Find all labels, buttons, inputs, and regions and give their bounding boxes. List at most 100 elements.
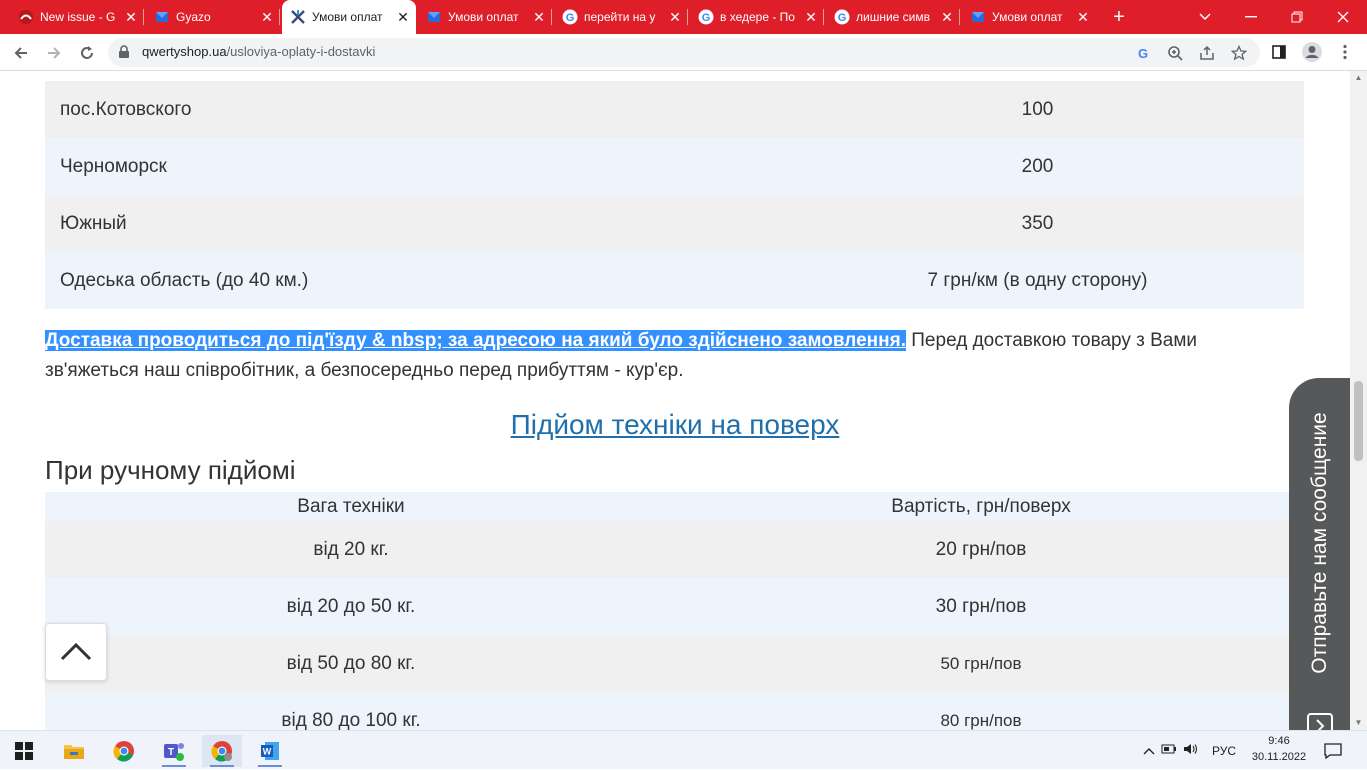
tab-google-perejty[interactable]: G перейти на у ✕ — [554, 0, 688, 34]
tab-strip: New issue - G ✕ Gyazo ✕ Умови оплат ✕ Ум… — [0, 0, 1367, 34]
address-bar[interactable]: qwertyshop.ua/usloviya-oplaty-i-dostavki… — [108, 38, 1260, 67]
lift-section-link[interactable]: Підйом техніки на поверх — [0, 409, 1350, 441]
page-content: пос.Котовского 100 Черноморск 200 Южный … — [0, 71, 1350, 730]
battery-icon[interactable] — [1158, 743, 1180, 758]
tab-close-icon[interactable]: ✕ — [666, 9, 684, 26]
lift-weight: від 20 до 50 кг. — [286, 596, 416, 617]
tab-title: лишние симв — [856, 10, 930, 24]
tab-active-usloviya[interactable]: Умови оплат ✕ — [282, 0, 416, 34]
tab-usloviya-3[interactable]: Умови оплат ✕ — [962, 0, 1096, 34]
svg-text:W: W — [263, 747, 272, 757]
lift-weight: від 20 кг. — [313, 539, 389, 560]
show-hidden-icons-icon[interactable] — [1140, 744, 1158, 758]
close-window-icon[interactable] — [1320, 0, 1366, 34]
tab-new-issue[interactable]: New issue - G ✕ — [10, 0, 144, 34]
delivery-place: пос.Котовского — [60, 99, 192, 120]
tab-gyazo[interactable]: Gyazo ✕ — [146, 0, 280, 34]
windows-start-icon[interactable] — [4, 735, 44, 767]
delivery-price: 200 — [1021, 156, 1054, 177]
table-row: Одеська область (до 40 км.) 7 грн/км (в … — [45, 252, 1304, 309]
tab-close-icon[interactable]: ✕ — [394, 9, 412, 26]
back-arrow-icon[interactable] — [9, 41, 33, 65]
tab-close-icon[interactable]: ✕ — [938, 9, 956, 26]
tab-close-icon[interactable]: ✕ — [258, 9, 276, 26]
scrollbar-thumb[interactable] — [1354, 381, 1363, 461]
delivery-notice-link[interactable]: Доставка проводиться до під'їзду & nbsp;… — [45, 330, 906, 351]
tab-title: перейти на у — [584, 10, 656, 24]
google-icon: G — [698, 9, 714, 25]
tab-google-header[interactable]: G в хедере - По ✕ — [690, 0, 824, 34]
tab-title: Умови оплат — [448, 10, 519, 24]
table-row: від 80 до 100 кг. 80 грн/пов — [45, 692, 1290, 730]
url-host: qwertyshop.ua — [142, 44, 227, 59]
tab-close-icon[interactable]: ✕ — [1074, 9, 1092, 26]
scroll-up-arrow-icon[interactable]: ▲ — [1350, 71, 1367, 85]
tab-title: Gyazo — [176, 10, 211, 24]
svg-text:G: G — [838, 12, 847, 24]
file-explorer-icon[interactable] — [54, 735, 94, 767]
gyazo-icon — [970, 9, 986, 25]
windows-taskbar: T W РУС 9:46 30.11.2022 — [0, 730, 1367, 769]
bookmark-star-icon[interactable] — [1228, 42, 1250, 64]
word-icon[interactable]: W — [250, 735, 290, 767]
browser-menu-icon[interactable] — [1334, 41, 1356, 63]
gyazo-icon — [426, 9, 442, 25]
lift-cost: 30 грн/пов — [935, 596, 1027, 617]
delivery-place: Южный — [60, 213, 127, 234]
reload-icon[interactable] — [75, 41, 99, 65]
browser-toolbar: qwertyshop.ua/usloviya-oplaty-i-dostavki… — [0, 34, 1367, 71]
side-panel-icon[interactable] — [1268, 41, 1290, 63]
url-path: /usloviya-oplaty-i-dostavki — [226, 44, 376, 59]
chevron-up-icon — [60, 642, 92, 661]
profile-avatar-icon[interactable] — [1301, 41, 1323, 63]
tab-search-chevron-icon[interactable] — [1182, 0, 1228, 34]
restore-icon[interactable] — [1274, 0, 1320, 34]
svg-text:T: T — [168, 747, 174, 758]
chevron-right-box-icon — [1307, 713, 1333, 730]
svg-text:G: G — [566, 12, 575, 24]
chrome-profile-icon[interactable] — [202, 735, 242, 767]
table-row: від 20 кг. 20 грн/пов — [45, 521, 1290, 578]
new-tab-button[interactable]: + — [1108, 6, 1130, 28]
google-translate-icon[interactable]: G — [1132, 42, 1154, 64]
lift-weight: від 50 до 80 кг. — [286, 653, 416, 674]
tab-usloviya-2[interactable]: Умови оплат ✕ — [418, 0, 552, 34]
minimize-icon[interactable] — [1228, 0, 1274, 34]
language-indicator[interactable]: РУС — [1212, 744, 1236, 758]
tab-close-icon[interactable]: ✕ — [530, 9, 548, 26]
delivery-price: 7 грн/км (в одну сторону) — [927, 270, 1148, 291]
tab-title: New issue - G — [40, 10, 116, 24]
delivery-place: Одеська область (до 40 км.) — [60, 270, 309, 291]
url-text: qwertyshop.ua/usloviya-oplaty-i-dostavki — [142, 44, 375, 59]
page-scrollbar[interactable]: ▲ ▼ — [1350, 71, 1367, 730]
teams-icon[interactable]: T — [154, 735, 194, 767]
header-weight: Вага техніки — [297, 496, 405, 517]
notifications-icon[interactable] — [1313, 735, 1353, 767]
scroll-to-top-button[interactable] — [45, 623, 107, 681]
google-icon: G — [834, 9, 850, 25]
scroll-down-arrow-icon[interactable]: ▼ — [1350, 716, 1367, 730]
clock[interactable]: 9:46 30.11.2022 — [1244, 733, 1314, 765]
forward-arrow-icon[interactable] — [42, 41, 66, 65]
lift-cost: 20 грн/пов — [935, 539, 1027, 560]
chrome-icon[interactable] — [104, 735, 144, 767]
tab-google-symbols[interactable]: G лишние симв ✕ — [826, 0, 960, 34]
gyazo-icon — [154, 9, 170, 25]
delivery-price: 100 — [1021, 99, 1054, 120]
share-icon[interactable] — [1196, 42, 1218, 64]
delivery-notice: Доставка проводиться до під'їзду & nbsp;… — [45, 326, 1265, 386]
tab-close-icon[interactable]: ✕ — [802, 9, 820, 26]
lock-icon[interactable] — [118, 45, 130, 64]
zoom-icon[interactable] — [1164, 42, 1186, 64]
lift-table-header: Вага техніки Вартість, грн/поверх — [45, 492, 1290, 521]
tab-close-icon[interactable]: ✕ — [122, 9, 140, 26]
volume-icon[interactable] — [1180, 743, 1202, 758]
svg-text:G: G — [702, 12, 711, 24]
clock-date: 30.11.2022 — [1251, 751, 1307, 763]
delivery-price: 350 — [1021, 213, 1054, 234]
feedback-widget[interactable]: Отправьте нам сообщение — [1289, 378, 1350, 730]
lift-cost: 80 грн/пов — [940, 711, 1022, 730]
lift-weight: від 80 до 100 кг. — [281, 710, 421, 730]
lift-cost: 50 грн/пов — [940, 654, 1022, 673]
system-tray: РУС — [1140, 731, 1236, 770]
